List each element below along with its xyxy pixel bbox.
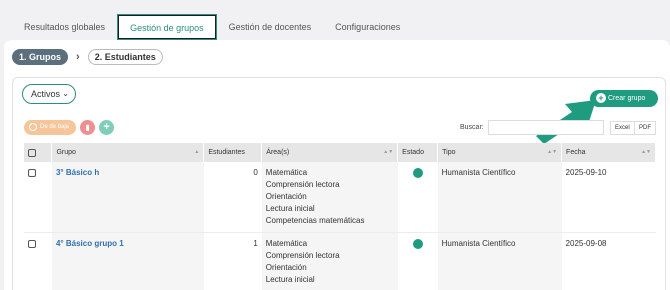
export-excel-button[interactable]: Excel	[610, 121, 635, 135]
sort-asc-icon: ▲	[194, 149, 200, 155]
grupo-cell: 4° Básico grupo 1	[51, 232, 204, 290]
estado-cell	[397, 162, 438, 233]
group-link[interactable]: 3° Básico h	[56, 168, 99, 177]
tipo-cell: Humanista Científico	[437, 162, 562, 233]
status-filter-select[interactable]: Activos ⌄	[22, 84, 76, 104]
area-item: Matemática	[265, 168, 308, 177]
sort-icon: ▲▼	[383, 149, 394, 155]
chevron-right-icon: ›	[76, 51, 80, 63]
table-header-row: Grupo ▲ Estudiantes Área(s) ▲▼ Estado Tipo…	[24, 143, 656, 162]
estudiantes-cell: 1	[203, 232, 262, 290]
tab-configuraciones[interactable]: Configuraciones	[323, 14, 412, 40]
plus-icon: +	[103, 121, 110, 133]
status-active-dot	[412, 239, 423, 249]
delete-button[interactable]: ▮	[80, 120, 96, 135]
tab-gestion-de-grupos[interactable]: Gestión de grupos	[117, 14, 217, 40]
status-active-dot	[412, 168, 423, 178]
estado-cell	[397, 232, 438, 290]
tab-gestion-de-docentes[interactable]: Gestión de docentes	[217, 14, 324, 40]
export-pdf-button[interactable]: PDF	[634, 121, 656, 135]
header-areas[interactable]: Área(s) ▲▼	[261, 143, 399, 162]
fecha-cell: 2025-09-08	[561, 232, 656, 290]
fecha-cell: 2025-09-10	[561, 162, 656, 233]
areas-cell: Matemática Comprensión lectora Orientaci…	[261, 232, 398, 290]
power-icon	[29, 123, 37, 131]
row-select-cell	[24, 162, 52, 233]
area-item: Orientación	[265, 263, 307, 272]
select-all-header	[24, 143, 53, 162]
header-estado[interactable]: Estado	[397, 143, 439, 162]
table-row: 4° Básico grupo 1 1 Matemática Comprensi…	[24, 232, 656, 290]
area-item: Lectura inicial	[265, 204, 315, 213]
header-tipo[interactable]: Tipo ▲▼	[437, 143, 563, 162]
deactivate-label: De de baja	[40, 124, 70, 130]
area-item: Lectura inicial	[265, 275, 315, 284]
row-checkbox[interactable]	[28, 240, 36, 248]
row-checkbox[interactable]	[28, 169, 36, 177]
grupo-cell: 3° Básico h	[51, 162, 204, 233]
table-row: 3° Básico h 0 Matemática Comprensión lec…	[24, 162, 656, 233]
area-item: Orientación	[265, 192, 307, 201]
area-item: Comprensión lectora	[265, 180, 340, 189]
status-filter-value: Activos	[31, 89, 61, 99]
row-select-cell	[24, 232, 52, 290]
select-all-checkbox[interactable]	[28, 148, 36, 157]
chevron-down-icon: ⌄	[62, 89, 69, 98]
tab-resultados-globales[interactable]: Resultados globales	[12, 14, 117, 40]
search-input[interactable]	[488, 120, 604, 135]
group-link[interactable]: 4° Básico grupo 1	[56, 239, 124, 248]
sort-icon: ▲▼	[547, 149, 558, 155]
add-button[interactable]: +	[99, 120, 115, 135]
step-indicator: 1. Grupos › 2. Estudiantes	[12, 49, 163, 65]
trash-icon: ▮	[85, 123, 90, 132]
estudiantes-cell: 0	[203, 162, 262, 233]
header-grupo[interactable]: Grupo ▲	[51, 143, 205, 162]
step-grupos[interactable]: 1. Grupos	[12, 49, 69, 65]
deactivate-button[interactable]: De de baja	[24, 120, 77, 135]
areas-cell: Matemática Comprensión lectora Orientaci…	[261, 162, 398, 233]
area-item: Competencias matemáticas	[265, 216, 365, 225]
create-group-label: Crear grupo	[608, 95, 646, 102]
table-toolbar: De de baja ▮ +	[24, 120, 115, 136]
search-label: Buscar:	[460, 124, 484, 131]
tipo-cell: Humanista Científico	[437, 232, 562, 290]
main-tabs: Resultados globales Gestión de grupos Ge…	[12, 14, 412, 40]
area-item: Comprensión lectora	[265, 251, 340, 260]
sort-icon: ▲▼	[641, 149, 651, 155]
header-fecha[interactable]: Fecha ▲▼	[561, 143, 656, 162]
area-item: Matemática	[265, 239, 308, 248]
groups-table: Grupo ▲ Estudiantes Área(s) ▲▼ Estado Tipo…	[24, 143, 656, 290]
step-estudiantes[interactable]: 2. Estudiantes	[87, 49, 163, 65]
header-estudiantes[interactable]: Estudiantes	[203, 143, 263, 162]
